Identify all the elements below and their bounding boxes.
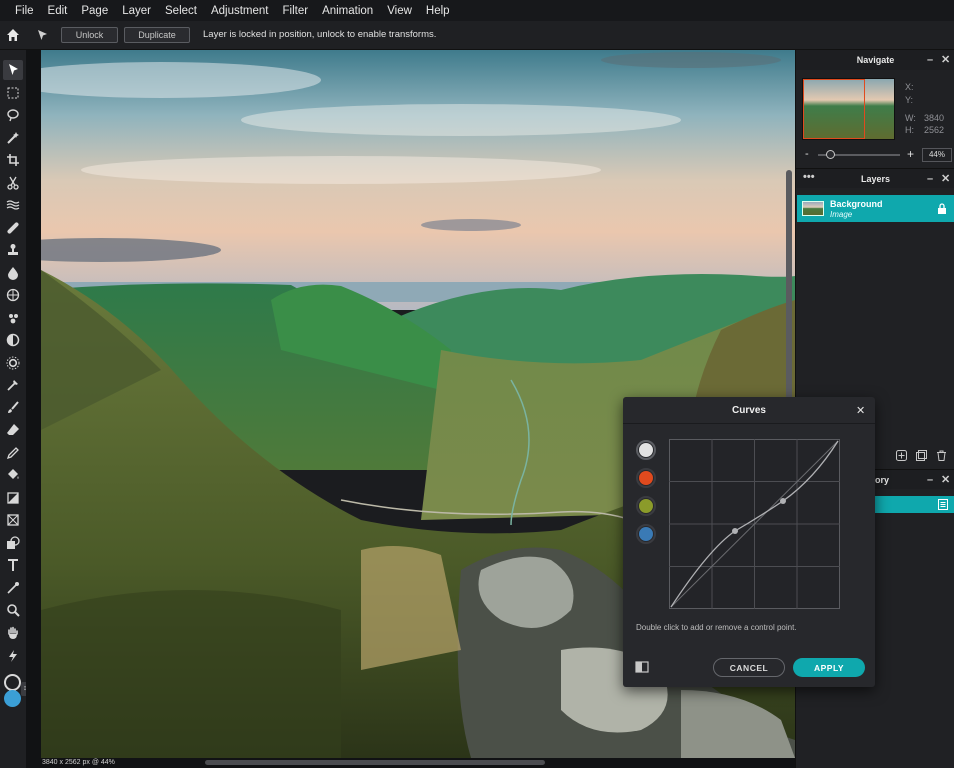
- menu-bar: File Edit Page Layer Select Adjustment F…: [0, 0, 954, 21]
- eraser-icon[interactable]: [3, 420, 23, 440]
- move-tool-icon[interactable]: [35, 28, 49, 42]
- layers-panel-header: ••• Layers – ✕: [796, 168, 954, 188]
- minimize-icon[interactable]: –: [927, 172, 933, 186]
- curves-graph[interactable]: [669, 439, 840, 609]
- lock-icon[interactable]: [937, 203, 947, 214]
- duplicate-layer-icon[interactable]: [916, 450, 927, 461]
- home-icon[interactable]: [5, 27, 21, 43]
- lasso-icon[interactable]: [3, 105, 23, 125]
- layer-item[interactable]: Background Image: [797, 195, 954, 222]
- eyedropper-icon[interactable]: [3, 375, 23, 395]
- more-options-icon[interactable]: •••: [803, 170, 815, 184]
- compare-icon[interactable]: [635, 660, 649, 674]
- close-icon[interactable]: ✕: [941, 473, 950, 487]
- duplicate-button[interactable]: Duplicate: [124, 27, 190, 43]
- x-label: X:: [905, 82, 914, 92]
- marquee-icon[interactable]: [3, 83, 23, 103]
- dodge-icon[interactable]: [3, 330, 23, 350]
- lock-message: Layer is locked in position, unlock to e…: [203, 29, 437, 40]
- transform-icon[interactable]: [3, 510, 23, 530]
- layer-name: Background: [830, 199, 883, 209]
- layers-title: Layers: [860, 173, 891, 184]
- minimize-icon[interactable]: –: [927, 53, 933, 67]
- menu-page[interactable]: Page: [74, 5, 115, 17]
- sun-filter-icon[interactable]: [3, 353, 23, 373]
- menu-view[interactable]: View: [380, 5, 419, 17]
- channel-rgb-button[interactable]: [636, 440, 656, 460]
- scissors-icon[interactable]: [3, 173, 23, 193]
- add-layer-icon[interactable]: [896, 450, 907, 461]
- layer-thumbnail: [802, 201, 824, 216]
- menu-adjustment[interactable]: Adjustment: [204, 5, 276, 17]
- liquify-icon[interactable]: [3, 195, 23, 215]
- zoom-slider[interactable]: [818, 150, 900, 159]
- gradient-icon[interactable]: [3, 488, 23, 508]
- horizontal-scrollbar[interactable]: [205, 760, 545, 765]
- menu-edit[interactable]: Edit: [41, 5, 75, 17]
- zoom-in-button[interactable]: +: [907, 147, 914, 161]
- menu-layer[interactable]: Layer: [115, 5, 158, 17]
- shape-icon[interactable]: [3, 533, 23, 553]
- brush-icon[interactable]: [3, 398, 23, 418]
- navigate-title: Navigate: [856, 55, 895, 65]
- crop-icon[interactable]: [3, 150, 23, 170]
- status-text: 3840 x 2562 px @ 44%: [42, 759, 115, 766]
- background-color-swatch[interactable]: [4, 690, 21, 707]
- layer-type: Image: [830, 210, 853, 219]
- navigator-thumbnail[interactable]: [802, 78, 895, 140]
- viewport-rect[interactable]: [803, 79, 865, 139]
- channel-green-button[interactable]: [636, 496, 656, 516]
- h-value: 2562: [924, 125, 945, 135]
- menu-file[interactable]: File: [8, 5, 41, 17]
- foreground-color-swatch[interactable]: [4, 674, 21, 691]
- close-icon[interactable]: ✕: [941, 53, 950, 67]
- minimize-icon[interactable]: –: [927, 473, 933, 487]
- cancel-button[interactable]: CANCEL: [713, 658, 785, 677]
- curves-title: Curves: [732, 405, 766, 416]
- w-value: 3840: [924, 113, 945, 123]
- navigate-panel-header: Navigate – ✕: [796, 50, 954, 70]
- curves-hint: Double click to add or remove a control …: [636, 623, 797, 632]
- canvas-gutter: [26, 50, 41, 768]
- pencil-icon[interactable]: [3, 443, 23, 463]
- channel-blue-button[interactable]: [636, 524, 656, 544]
- pointer-icon[interactable]: [3, 60, 23, 80]
- zoom-out-button[interactable]: -: [805, 148, 809, 160]
- channel-red-button[interactable]: [636, 468, 656, 488]
- hand-icon[interactable]: [3, 623, 23, 643]
- history-state-icon: [938, 499, 948, 510]
- curves-dialog: Curves ✕ Double click to add or remove a…: [623, 397, 875, 687]
- w-label: W:: [905, 113, 916, 123]
- menu-animation[interactable]: Animation: [315, 5, 380, 17]
- sponge-icon[interactable]: [3, 285, 23, 305]
- stamp-icon[interactable]: [3, 240, 23, 260]
- tool-bar: ↕: [0, 50, 29, 768]
- h-label: H:: [905, 125, 914, 135]
- color-picker-icon[interactable]: [3, 578, 23, 598]
- menu-select[interactable]: Select: [158, 5, 204, 17]
- text-icon[interactable]: [3, 555, 23, 575]
- blur-icon[interactable]: [3, 263, 23, 283]
- options-bar: Unlock Duplicate Layer is locked in posi…: [0, 21, 954, 50]
- menu-help[interactable]: Help: [419, 5, 457, 17]
- delete-layer-icon[interactable]: [936, 450, 947, 461]
- quick-fix-icon[interactable]: [3, 646, 23, 666]
- zoom-slider-thumb[interactable]: [826, 150, 835, 159]
- menu-filter[interactable]: Filter: [276, 5, 316, 17]
- paint-bucket-icon[interactable]: [3, 465, 23, 485]
- healing-icon[interactable]: [3, 218, 23, 238]
- close-dialog-icon[interactable]: ✕: [856, 404, 865, 417]
- unlock-button[interactable]: Unlock: [61, 27, 118, 43]
- burn-icon[interactable]: [3, 308, 23, 328]
- close-icon[interactable]: ✕: [941, 172, 950, 186]
- apply-button[interactable]: APPLY: [793, 658, 865, 677]
- y-label: Y:: [905, 95, 914, 105]
- magic-wand-icon[interactable]: [3, 128, 23, 148]
- zoom-icon[interactable]: [3, 600, 23, 620]
- zoom-value-field[interactable]: 44%: [922, 148, 952, 162]
